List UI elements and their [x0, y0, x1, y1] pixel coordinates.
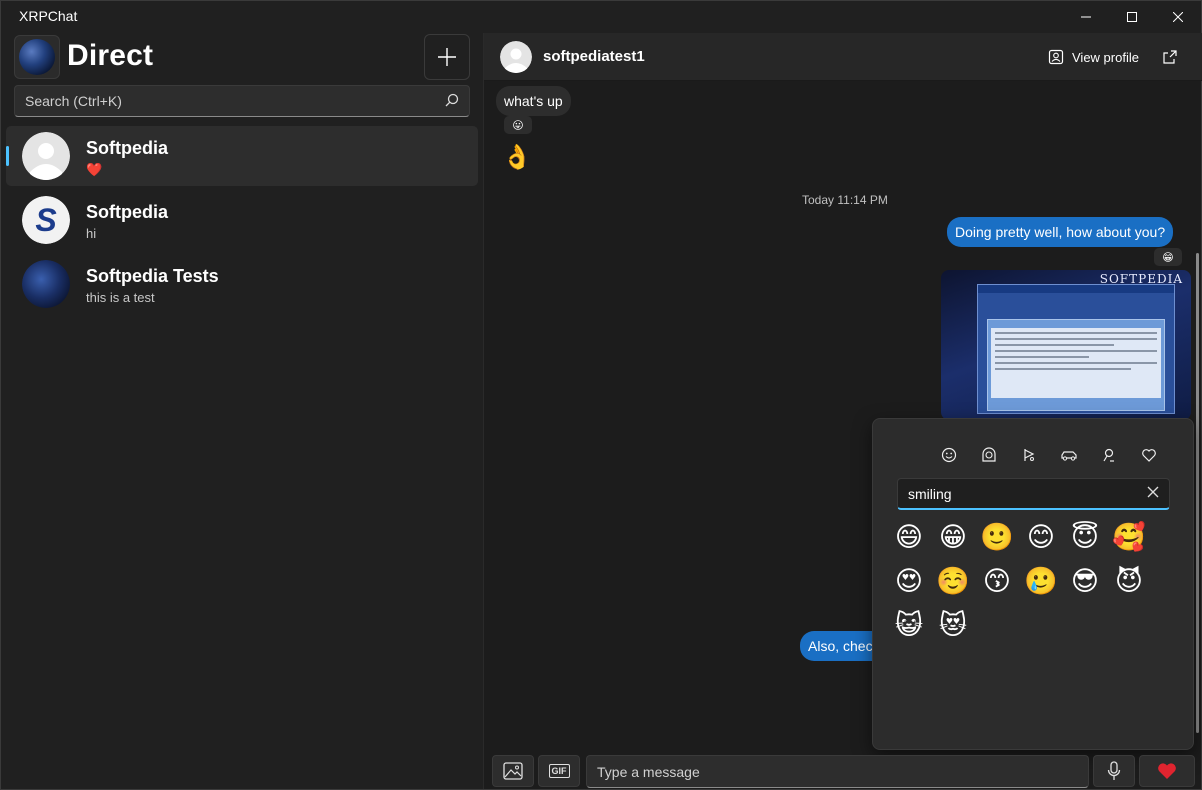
account-avatar[interactable] [14, 35, 60, 79]
voice-message-button[interactable] [1093, 755, 1135, 787]
gif-button[interactable]: GIF [538, 755, 580, 787]
svg-text:S: S [35, 202, 57, 238]
avatar [22, 260, 70, 308]
conversation-name: Softpedia Tests [86, 266, 219, 286]
title-bar: XRPChat [1, 1, 1201, 33]
view-profile-label: View profile [1072, 49, 1139, 65]
emoji-search-value: smiling [908, 486, 952, 502]
conversation-item-softpedia[interactable]: Softpedia ❤️ [6, 126, 478, 186]
conversation-sidebar: Direct Search (Ctrl+K) Softpedia ❤️ S So… [1, 33, 483, 789]
emoji-result[interactable]: 😇 [1067, 519, 1103, 555]
image-attachment[interactable]: SOFTPEDIA [941, 270, 1191, 420]
message-timestamp: Today 11:14 PM [802, 193, 888, 207]
emoji-search-input[interactable]: smiling [897, 478, 1170, 510]
symbols-icon[interactable] [1135, 443, 1163, 467]
page-title: Direct [67, 39, 154, 72]
microphone-icon [1107, 761, 1121, 780]
popout-icon[interactable] [1162, 49, 1178, 65]
maximize-button[interactable] [1109, 1, 1155, 33]
plus-icon [438, 48, 456, 66]
travel-icon[interactable] [1055, 443, 1083, 467]
heart-icon [1158, 763, 1176, 779]
conversation-preview: hi [86, 226, 97, 241]
conversation-item-softpedia-2[interactable]: S Softpedia hi [6, 190, 478, 250]
conversation-item-softpedia-tests[interactable]: Softpedia Tests this is a test [6, 254, 478, 314]
conversation-name: Softpedia [86, 202, 169, 222]
outgoing-message[interactable]: Doing pretty well, how about you? [947, 217, 1174, 247]
emoji-picker: smiling 😄 😁 🙂 😊 😇 🥰 😍 ☺️ 😙 🥲 😎 😈 😺 😻 [872, 418, 1194, 750]
emoji-result[interactable]: 😙 [979, 563, 1015, 599]
emoji-result[interactable]: 😎 [1067, 563, 1103, 599]
image-icon [503, 762, 523, 780]
emoji-result[interactable]: 🥰 [1111, 519, 1147, 555]
minimize-button[interactable] [1063, 1, 1109, 33]
close-icon [1173, 12, 1183, 22]
outgoing-message-partial[interactable]: Also, chec [800, 631, 880, 661]
chat-scrollbar[interactable] [1196, 253, 1199, 733]
send-heart-button[interactable] [1139, 755, 1195, 787]
clear-search-icon[interactable] [1147, 486, 1159, 498]
places-icon[interactable] [1095, 443, 1123, 467]
globe-avatar-image [19, 39, 55, 75]
message-reaction[interactable]: 😛 [504, 116, 532, 134]
profile-card-icon [1048, 49, 1064, 65]
selection-indicator [6, 146, 9, 166]
chat-header: softpediatest1 View profile [484, 33, 1202, 81]
new-conversation-button[interactable] [424, 34, 470, 80]
contact-avatar[interactable] [500, 41, 532, 73]
emoji-result[interactable]: ☺️ [935, 563, 971, 599]
nature-icon[interactable] [1015, 443, 1043, 467]
message-input-placeholder: Type a message [597, 764, 700, 780]
contact-name: softpediatest1 [543, 48, 645, 65]
emoji-result[interactable]: 😺 [891, 607, 927, 643]
view-profile-button[interactable]: View profile [1048, 49, 1139, 65]
message-reaction[interactable]: 😁 [1154, 248, 1182, 266]
search-placeholder: Search (Ctrl+K) [25, 93, 122, 109]
window-title: XRPChat [19, 8, 78, 24]
search-icon[interactable] [445, 93, 459, 107]
smileys-icon[interactable] [935, 443, 963, 467]
emoji-result[interactable]: 😁 [935, 519, 971, 555]
conversation-name: Softpedia [86, 138, 169, 158]
gif-icon: GIF [548, 764, 570, 778]
emoji-result[interactable]: 😍 [891, 563, 927, 599]
softpedia-logo-avatar: S [22, 196, 70, 244]
search-input[interactable]: Search (Ctrl+K) [14, 85, 470, 117]
people-icon[interactable] [975, 443, 1003, 467]
incoming-emoji-message[interactable]: 👌 [502, 143, 532, 172]
emoji-result[interactable]: 🙂 [979, 519, 1015, 555]
chat-pane: softpediatest1 View profile what's up 😛 … [483, 33, 1202, 789]
incoming-message[interactable]: what's up [496, 86, 571, 116]
app-window: XRPChat Direct Search (Ctrl+K) Softpedia… [0, 0, 1202, 790]
emoji-result[interactable]: 😊 [1023, 519, 1059, 555]
message-input[interactable]: Type a message [586, 755, 1089, 788]
emoji-result[interactable]: 😄 [891, 519, 927, 555]
emoji-result[interactable]: 🥲 [1023, 563, 1059, 599]
avatar [22, 132, 70, 180]
conversation-preview: ❤️ [86, 162, 103, 177]
screenshot-dialog-image [977, 284, 1175, 414]
conversation-preview: this is a test [86, 290, 155, 305]
attach-image-button[interactable] [492, 755, 534, 787]
emoji-result[interactable]: 😈 [1111, 563, 1147, 599]
minimize-icon [1081, 16, 1091, 18]
emoji-result[interactable]: 😻 [935, 607, 971, 643]
close-button[interactable] [1155, 1, 1201, 33]
maximize-icon [1127, 12, 1137, 22]
